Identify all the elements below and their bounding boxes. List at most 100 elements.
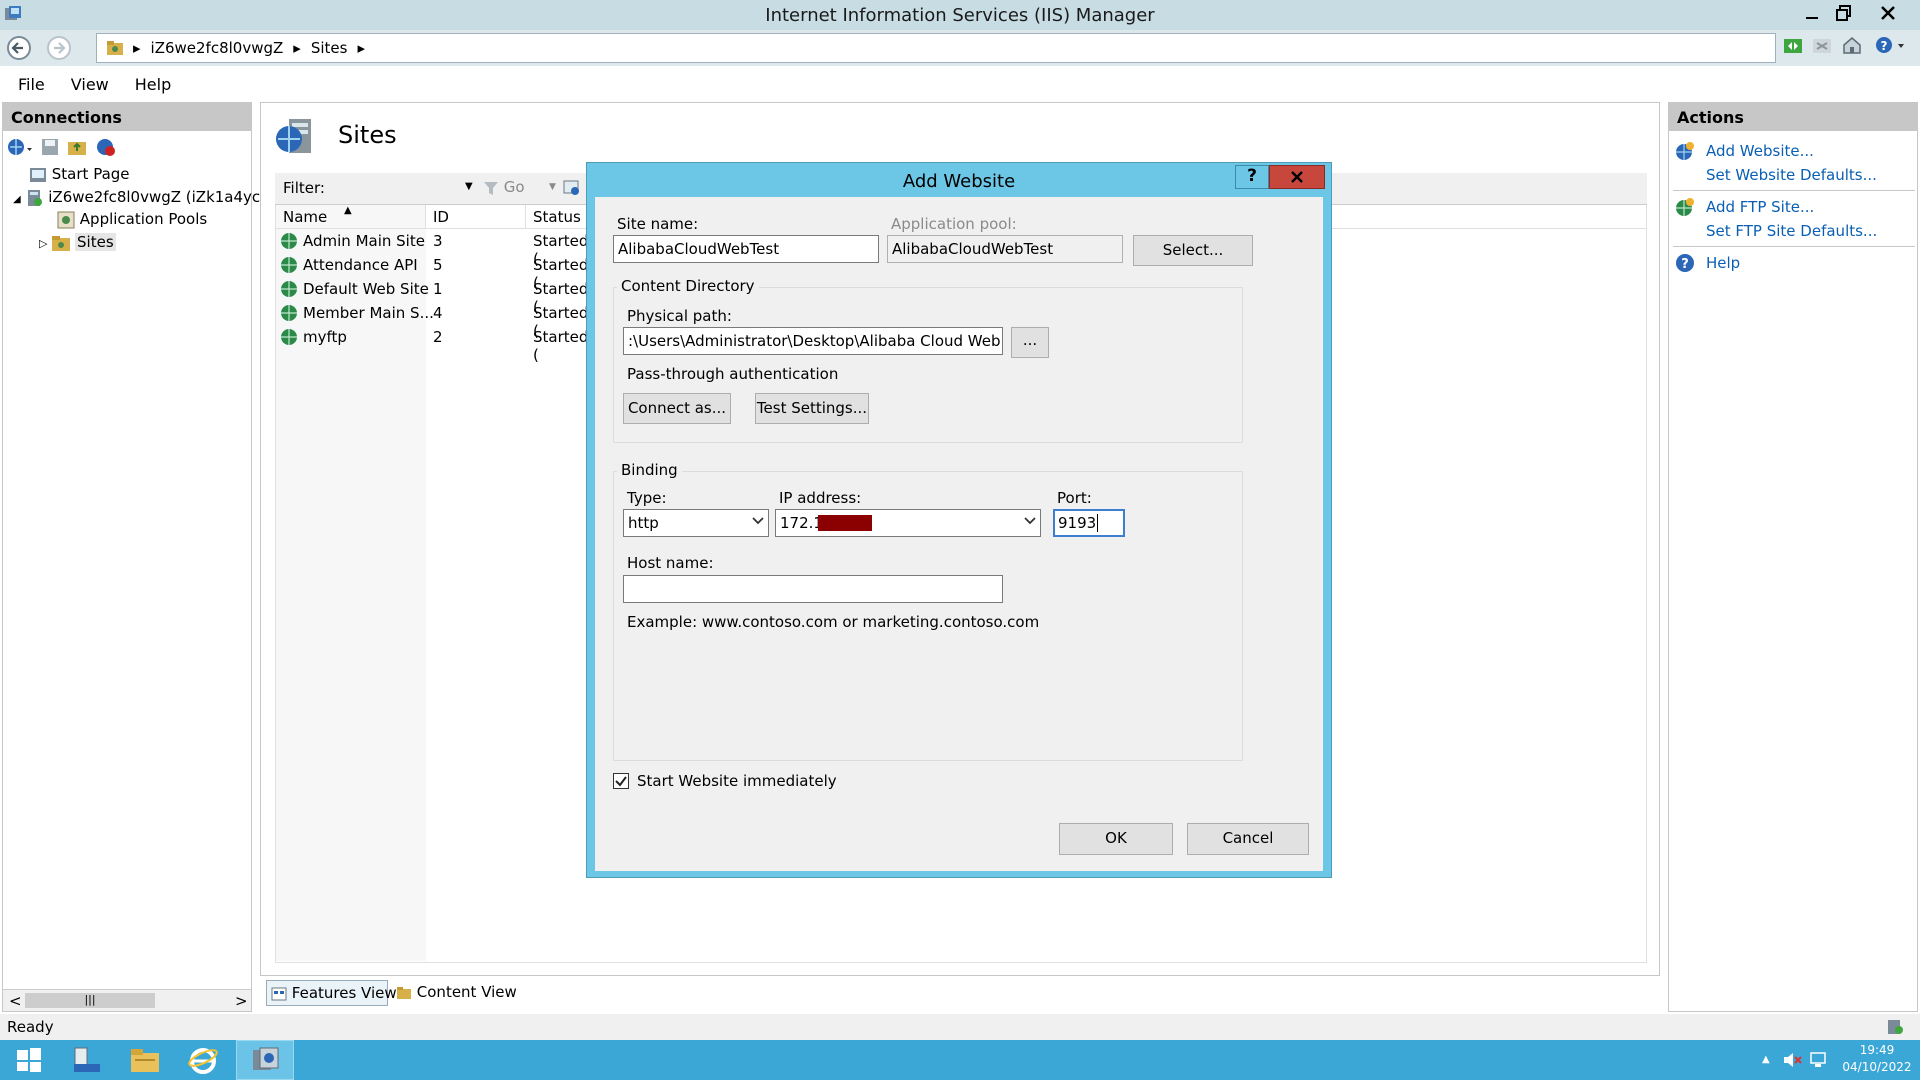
scroll-left-icon[interactable]: < [9,992,22,1010]
tree-sites-label: Sites [75,233,116,251]
filter-label: Filter: [283,179,325,197]
table-row[interactable]: Attendance API 5 Started ( [276,253,588,292]
connections-header: Connections [3,103,251,131]
disconnect-icon[interactable] [95,137,117,157]
menu-help[interactable]: Help [135,75,171,94]
table-row[interactable]: myftp 2 Started ( [276,325,588,364]
close-window-button[interactable] [1870,0,1906,26]
tree-sites[interactable]: ▷ Sites [39,233,116,251]
internet-explorer-taskbar-button[interactable] [174,1040,232,1080]
horizontal-scrollbar[interactable]: < ||| > [3,989,251,1011]
tree-expanded-icon[interactable]: ◢ [13,194,21,205]
actions-panel: Actions Add Website... Set Website Defau… [1668,102,1918,1012]
site-globe-icon [280,304,298,322]
ip-address-select[interactable]: 172.19 [775,509,1041,537]
set-ftp-defaults-link[interactable]: Set FTP Site Defaults... [1706,222,1877,240]
site-name: Admin Main Site [303,232,425,250]
menu-bar: File View Help [0,66,1920,102]
address-bar[interactable]: ▸ iZ6we2fc8l0vwgZ ▸ Sites ▸ [96,33,1776,63]
connections-panel: Connections Start Page ◢ iZ6we2fc8l0vwgZ… [2,102,279,1012]
ok-button[interactable]: OK [1059,823,1173,855]
up-folder-icon[interactable] [67,138,87,156]
column-name-label: Name [283,208,328,226]
table-row[interactable]: Member Main S... 4 Started ( [276,301,588,340]
server-manager-taskbar-button[interactable] [58,1040,116,1080]
site-name-input[interactable]: AlibabaCloudWebTest [613,235,879,263]
tree-server[interactable]: ◢ iZ6we2fc8l0vwgZ (iZk1a4yc65 [13,188,279,207]
server-status-icon [1886,1018,1904,1036]
scroll-right-icon[interactable]: > [235,992,248,1010]
dialog-close-button[interactable] [1269,165,1325,189]
site-globe-icon [280,280,298,298]
tree-start-page[interactable]: Start Page [29,165,130,184]
iis-manager-taskbar-button[interactable] [236,1040,294,1080]
help-dropdown-icon[interactable]: ? [1874,35,1906,55]
site-id: 2 [433,328,443,346]
content-directory-label: Content Directory [617,277,759,295]
add-website-link[interactable]: Add Website... [1706,142,1814,160]
tree-application-pools[interactable]: Application Pools [57,210,207,229]
go-button[interactable]: Go [483,178,525,196]
tab-features-view[interactable]: Features View [266,980,397,1006]
refresh-icon[interactable] [1783,36,1803,56]
folder-icon [131,1049,159,1072]
breadcrumb-sites[interactable]: Sites [311,39,348,57]
host-name-input[interactable] [623,575,1003,603]
go-dropdown-icon[interactable]: ▼ [549,182,556,192]
browse-button[interactable]: ... [1011,327,1049,358]
minimize-button[interactable] [1794,0,1830,26]
server-manager-icon [74,1047,100,1072]
window-title: Internet Information Services (IIS) Mana… [765,5,1155,26]
tray-expand-icon[interactable]: ▲ [1762,1054,1770,1065]
iis-manager-icon [253,1047,279,1070]
filter-input[interactable] [331,177,461,199]
physical-path-input[interactable]: :\Users\Administrator\Desktop\Alibaba Cl… [623,327,1003,355]
save-icon[interactable] [41,138,59,156]
column-header-name[interactable]: Name ▲ [276,205,426,229]
binding-label: Binding [617,461,682,479]
dialog-help-button[interactable]: ? [1235,165,1269,189]
back-button[interactable] [6,35,32,61]
add-ftp-site-link[interactable]: Add FTP Site... [1706,198,1814,216]
tab-content-view[interactable]: Content View [392,980,522,1006]
menu-view[interactable]: View [71,75,109,94]
connect-as-button[interactable]: Connect as... [623,393,731,424]
forward-button[interactable] [46,35,72,61]
tree-start-page-label: Start Page [51,165,130,183]
start-immediately-checkbox[interactable] [613,773,629,789]
dialog-body: Site name: AlibabaCloudWebTest Applicati… [595,197,1323,871]
network-icon[interactable] [1808,1050,1828,1070]
home-icon[interactable] [1842,35,1862,55]
table-row[interactable]: Default Web Site 1 Started ( [276,277,588,316]
set-website-defaults-link[interactable]: Set Website Defaults... [1706,166,1877,184]
type-select[interactable]: http [623,509,769,537]
stop-icon[interactable] [1812,36,1832,56]
host-name-example: Example: www.contoso.com or marketing.co… [627,613,1040,631]
menu-file[interactable]: File [18,75,45,94]
test-settings-button[interactable]: Test Settings... [755,393,869,424]
port-label: Port: [1057,489,1092,507]
restore-button[interactable] [1826,0,1862,26]
scrollbar-thumb[interactable]: ||| [25,993,155,1008]
file-explorer-taskbar-button[interactable] [116,1040,174,1080]
filter-dropdown-icon[interactable]: ▼ [465,181,473,192]
breadcrumb-server[interactable]: iZ6we2fc8l0vwgZ [151,39,284,57]
help-link[interactable]: Help [1706,254,1740,272]
site-id: 4 [433,304,443,322]
title-bar: Internet Information Services (IIS) Mana… [0,0,1920,30]
tree-collapsed-icon[interactable]: ▷ [39,237,47,250]
select-button[interactable]: Select... [1133,235,1253,266]
table-row[interactable]: Admin Main Site 3 Started ( [276,229,588,268]
cancel-button[interactable]: Cancel [1187,823,1309,855]
start-button[interactable] [0,1040,58,1080]
connect-icon[interactable] [7,137,33,157]
tab-content-view-label: Content View [416,983,517,1001]
pass-through-label: Pass-through authentication [627,365,839,383]
taskbar-clock[interactable]: 19:49 04/10/2022 [1838,1042,1916,1076]
site-id: 5 [433,256,443,274]
port-input[interactable]: 9193 [1053,509,1125,537]
volume-muted-icon[interactable] [1782,1050,1802,1070]
column-header-id[interactable]: ID [426,205,526,229]
sites-header-icon [275,117,317,157]
go-label: Go [503,178,525,196]
